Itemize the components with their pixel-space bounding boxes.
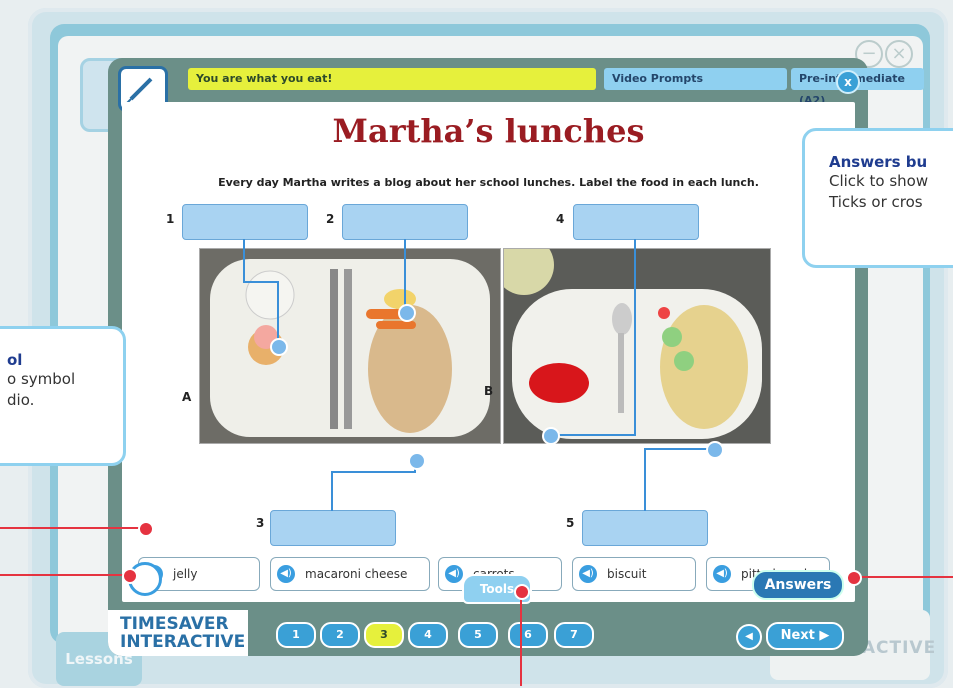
label-number-1: 1 <box>166 212 175 226</box>
audio-icon[interactable]: ◀) <box>579 565 597 583</box>
connector-line <box>550 434 636 436</box>
hotspot-dot[interactable] <box>398 304 416 322</box>
page-button-3[interactable]: 3 <box>364 622 404 648</box>
audio-icon[interactable]: ◀) <box>277 565 295 583</box>
word-option-biscuit[interactable]: ◀) biscuit <box>572 557 696 591</box>
callout-audio-symbol: ol o symbol dio. <box>0 326 126 466</box>
page-button-7[interactable]: 7 <box>554 622 594 648</box>
audio-icon[interactable]: ◀) <box>713 565 731 583</box>
connector-line <box>331 471 415 473</box>
label-box-3[interactable] <box>270 510 396 546</box>
connector-line <box>243 239 245 281</box>
photo-label-a: A <box>182 390 192 404</box>
label-number-3: 3 <box>256 516 265 530</box>
pointer-dot <box>138 521 154 537</box>
close-icon[interactable]: x <box>836 70 860 94</box>
footer: TIMESAVER INTERACTIVE 1 2 3 4 5 6 7 ◀ Ne… <box>108 610 868 656</box>
prev-button[interactable]: ◀ <box>736 624 762 650</box>
label-box-4[interactable] <box>573 204 699 240</box>
hotspot-dot[interactable] <box>542 427 560 445</box>
activity-content: Martha’s lunches Every day Martha writes… <box>122 102 855 602</box>
lunch-photo-b <box>494 235 771 444</box>
pointer-line <box>0 527 140 529</box>
lesson-category: Video Prompts <box>604 68 787 90</box>
connector-line <box>331 471 333 511</box>
connector-line <box>634 239 636 435</box>
label-number-2: 2 <box>326 212 335 226</box>
lesson-title: You are what you eat! <box>188 68 596 90</box>
connector-line <box>644 448 646 511</box>
label-number-4: 4 <box>556 212 565 226</box>
close-window-icon[interactable]: × <box>885 40 913 68</box>
pointer-dot <box>122 568 138 584</box>
page-button-2[interactable]: 2 <box>320 622 360 648</box>
photo-label-b: B <box>484 384 494 398</box>
page-button-5[interactable]: 5 <box>458 622 498 648</box>
timesaver-logo: TIMESAVER INTERACTIVE <box>108 610 248 656</box>
page-button-1[interactable]: 1 <box>276 622 316 648</box>
pointer-dot <box>846 570 862 586</box>
page-title: Martha’s lunches <box>332 112 645 150</box>
hotspot-dot[interactable] <box>706 441 724 459</box>
callout-answers-button: Answers bu Click to show Ticks or cros <box>802 128 953 268</box>
pointer-dot <box>514 584 530 600</box>
answers-button[interactable]: Answers <box>752 570 844 600</box>
page-button-6[interactable]: 6 <box>508 622 548 648</box>
next-button[interactable]: Next ▶ <box>766 622 844 650</box>
label-number-5: 5 <box>566 516 575 530</box>
activity-header: You are what you eat! Video Prompts Pre-… <box>108 58 924 112</box>
pointer-line <box>852 576 953 578</box>
connector-line <box>404 239 406 311</box>
label-box-2[interactable] <box>342 204 468 240</box>
activity-window: You are what you eat! Video Prompts Pre-… <box>108 58 924 656</box>
label-box-5[interactable] <box>582 510 708 546</box>
page-button-4[interactable]: 4 <box>408 622 448 648</box>
word-option-macaroni-cheese[interactable]: ◀) macaroni cheese <box>270 557 430 591</box>
instructions: Every day Martha writes a blog about her… <box>218 176 759 189</box>
connector-line <box>277 281 279 343</box>
label-box-1[interactable] <box>182 204 308 240</box>
connector-line <box>644 448 712 450</box>
pointer-line <box>0 574 126 576</box>
hotspot-dot[interactable] <box>270 338 288 356</box>
connector-line <box>243 281 278 283</box>
hotspot-dot[interactable] <box>408 452 426 470</box>
audio-icon[interactable]: ◀) <box>445 565 463 583</box>
pointer-line <box>520 590 522 686</box>
